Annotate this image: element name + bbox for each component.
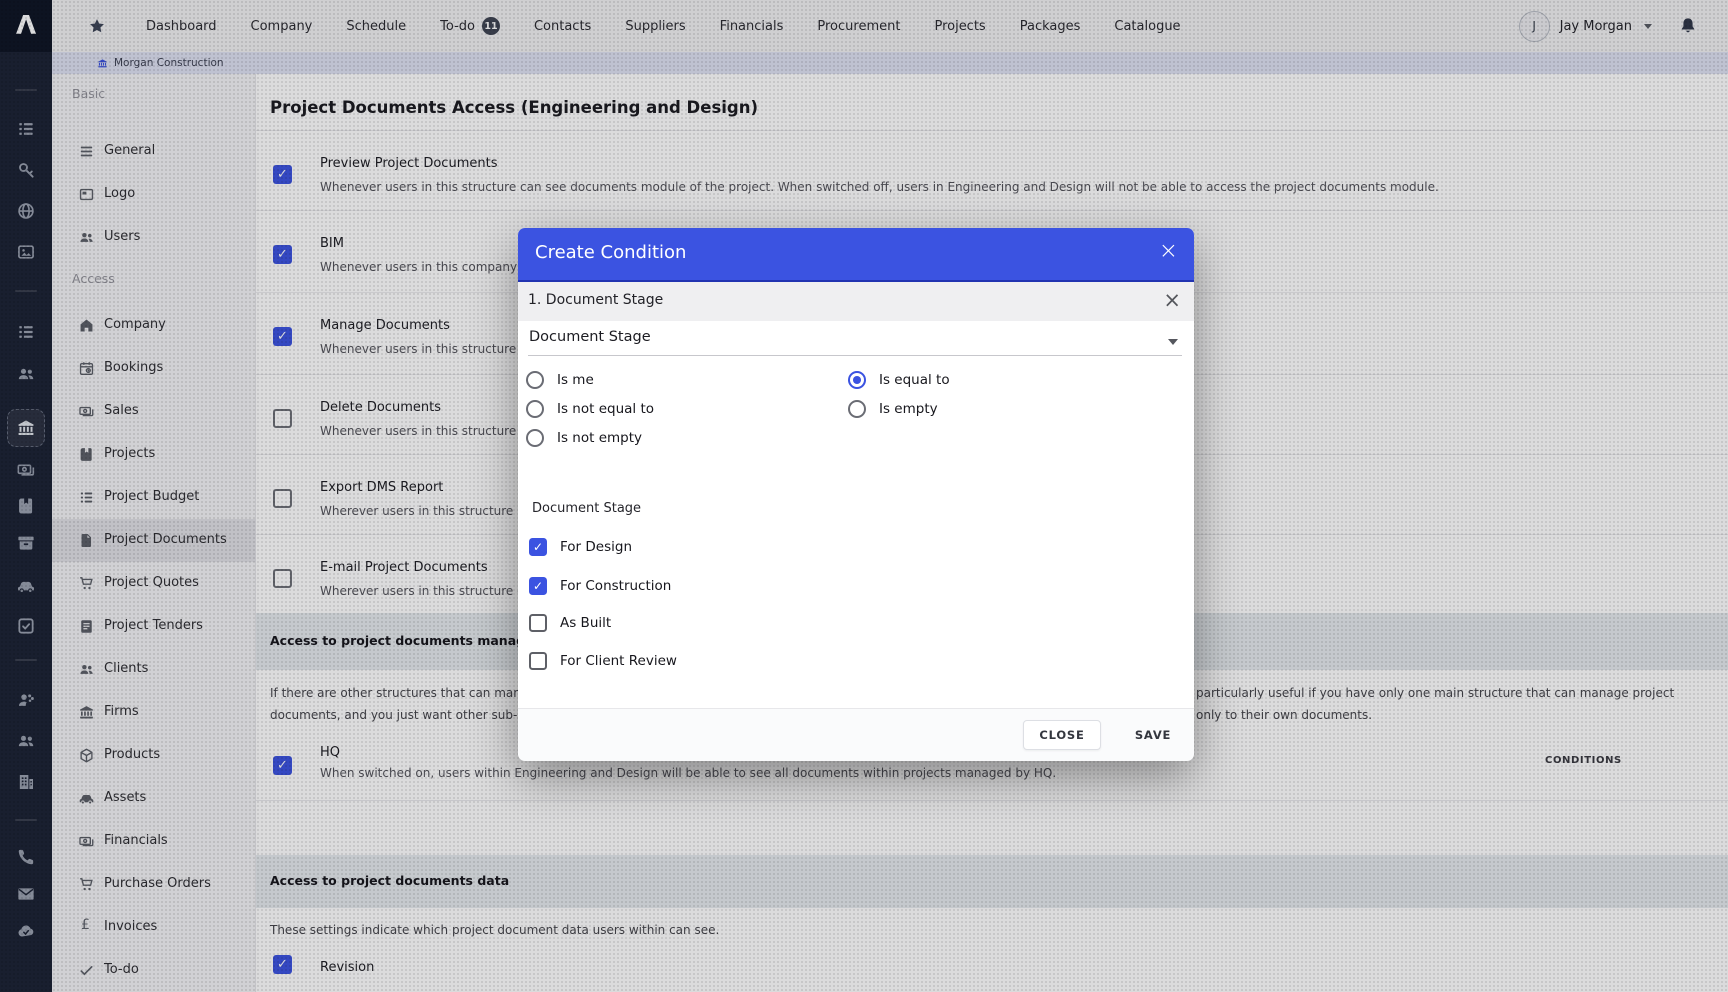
modal-title: Create Condition xyxy=(535,242,686,263)
remove-condition-icon[interactable]: × xyxy=(1163,288,1181,313)
radio-icon xyxy=(848,371,866,389)
radio-is-not-empty[interactable]: Is not empty xyxy=(526,427,642,449)
checkbox-label: For Construction xyxy=(560,578,671,594)
checkbox-label: For Client Review xyxy=(560,653,677,669)
radio-label: Is me xyxy=(557,372,594,388)
checkbox-for-client-review[interactable]: For Client Review xyxy=(529,650,677,672)
condition-header-bar: 1. Document Stage × xyxy=(518,282,1194,321)
modal-footer: CLOSE SAVE xyxy=(518,708,1194,761)
condition-header: 1. Document Stage xyxy=(528,292,663,308)
modal-header: Create Condition × xyxy=(518,228,1194,282)
close-button[interactable]: CLOSE xyxy=(1023,720,1101,750)
checkbox-icon xyxy=(529,652,547,670)
checkbox-icon xyxy=(529,577,547,595)
app-screen: Λ Dashboard Company Schedule To-do 11 Co… xyxy=(0,0,1728,992)
radio-label: Is equal to xyxy=(879,372,950,388)
condition-type-select[interactable]: Document Stage xyxy=(529,329,651,345)
radio-icon xyxy=(526,371,544,389)
checkbox-for-design[interactable]: For Design xyxy=(529,536,632,558)
select-underline xyxy=(528,355,1182,356)
checkbox-as-built[interactable]: As Built xyxy=(529,612,611,634)
radio-is-equal-to[interactable]: Is equal to xyxy=(848,369,950,391)
radio-icon xyxy=(526,429,544,447)
radio-label: Is not equal to xyxy=(557,401,654,417)
radio-label: Is not empty xyxy=(557,430,642,446)
checkbox-icon xyxy=(529,538,547,556)
radio-is-me[interactable]: Is me xyxy=(526,369,594,391)
checkbox-label: As Built xyxy=(560,615,611,631)
radio-is-not-equal-to[interactable]: Is not equal to xyxy=(526,398,654,420)
close-icon[interactable]: × xyxy=(1159,238,1178,266)
checkbox-group-label: Document Stage xyxy=(532,501,641,516)
save-button[interactable]: SAVE xyxy=(1114,720,1192,750)
radio-icon xyxy=(526,400,544,418)
radio-icon xyxy=(848,400,866,418)
radio-is-empty[interactable]: Is empty xyxy=(848,398,938,420)
chevron-down-icon[interactable] xyxy=(1168,339,1178,345)
create-condition-modal: Create Condition × 1. Document Stage × D… xyxy=(518,228,1194,760)
radio-label: Is empty xyxy=(879,401,938,417)
checkbox-icon xyxy=(529,614,547,632)
checkbox-label: For Design xyxy=(560,539,632,555)
checkbox-for-construction[interactable]: For Construction xyxy=(529,575,671,597)
